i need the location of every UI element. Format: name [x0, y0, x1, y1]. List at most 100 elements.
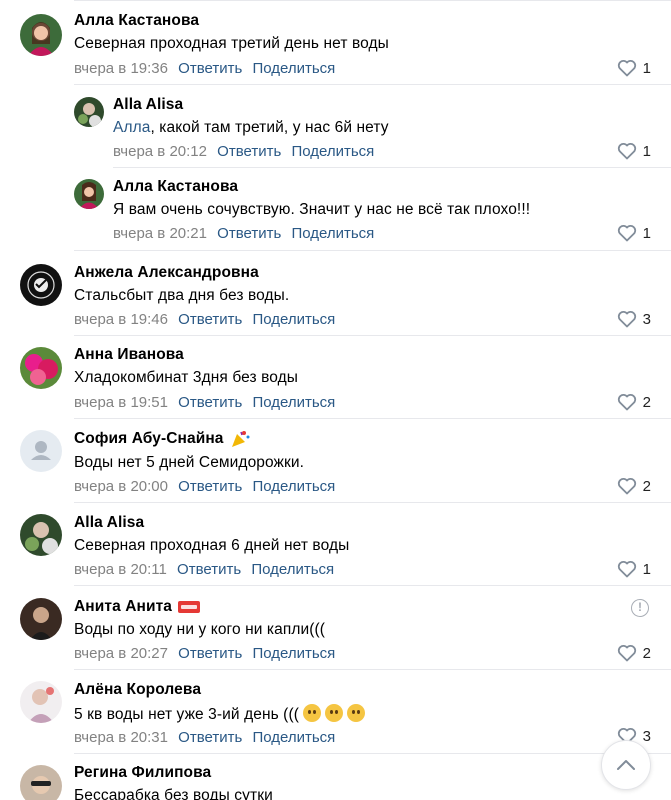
- comment-text: Воды нет 5 дней Семидорожки.: [74, 454, 305, 471]
- comment-author[interactable]: Анита Анита: [74, 598, 200, 616]
- like-count: 1: [642, 142, 651, 160]
- avatar[interactable]: [74, 179, 104, 209]
- like-button[interactable]: 2: [617, 644, 651, 662]
- reply-button[interactable]: Ответить: [217, 225, 281, 242]
- pleading-face-icon: [346, 704, 365, 722]
- heart-icon: [617, 645, 636, 662]
- share-button[interactable]: Поделиться: [251, 561, 334, 578]
- like-button[interactable]: 1: [617, 142, 651, 160]
- divider: [74, 84, 671, 85]
- like-button[interactable]: 2: [617, 393, 651, 411]
- avatar[interactable]: [74, 97, 104, 127]
- comment-time[interactable]: вчера в 20:00: [74, 478, 168, 495]
- like-button[interactable]: 2: [617, 477, 651, 495]
- comment-time[interactable]: вчера в 19:51: [74, 394, 168, 411]
- comment-meta: вчера в 20:00 Ответить Поделиться: [74, 478, 341, 495]
- scroll-to-top-button[interactable]: [601, 740, 651, 790]
- divider: [74, 502, 671, 503]
- reply-button[interactable]: Ответить: [217, 143, 281, 160]
- avatar[interactable]: [20, 681, 62, 723]
- comment-text: Я вам очень сочувствую. Значит у нас не …: [113, 201, 531, 218]
- comment-text: Бессарабка без воды сутки: [74, 787, 273, 800]
- comment-text: Северная проходная 6 дней нет воды: [74, 537, 350, 554]
- comment-text: 5 кв воды нет уже 3-ий день (((: [74, 704, 365, 724]
- reply-button[interactable]: Ответить: [178, 645, 242, 662]
- like-count: 1: [642, 224, 651, 242]
- share-button[interactable]: Поделиться: [291, 225, 374, 242]
- comment-time[interactable]: вчера в 19:36: [74, 60, 168, 77]
- reply-button[interactable]: Ответить: [178, 478, 242, 495]
- divider: [74, 335, 671, 336]
- avatar[interactable]: [20, 14, 62, 56]
- comment-time[interactable]: вчера в 20:27: [74, 645, 168, 662]
- divider: [113, 167, 671, 168]
- reply-button[interactable]: Ответить: [178, 729, 242, 746]
- comment-author[interactable]: Алёна Королева: [74, 681, 201, 699]
- comment-meta: вчера в 19:51 Ответить Поделиться: [74, 394, 341, 411]
- chevron-up-icon: [617, 760, 635, 770]
- share-button[interactable]: Поделиться: [252, 60, 335, 77]
- like-count: 1: [642, 560, 651, 578]
- comment-meta: вчера в 20:27 Ответить Поделиться: [74, 645, 341, 662]
- comment-author[interactable]: Регина Филипова: [74, 764, 211, 782]
- comment-author[interactable]: София Абу-Снайна: [74, 430, 250, 448]
- pleading-face-icon: [302, 704, 321, 722]
- comment-time[interactable]: вчера в 20:31: [74, 729, 168, 746]
- comment-time[interactable]: вчера в 20:12: [113, 143, 207, 160]
- comment-meta: вчера в 20:11 Ответить Поделиться: [74, 561, 340, 578]
- comment-meta: вчера в 19:46 Ответить Поделиться: [74, 311, 341, 328]
- comment-text: Алла, какой там третий, у нас 6й нету: [113, 119, 389, 136]
- heart-icon: [617, 394, 636, 411]
- heart-icon: [617, 561, 636, 578]
- like-button[interactable]: 1: [617, 224, 651, 242]
- divider: [74, 418, 671, 419]
- like-count: 2: [642, 477, 651, 495]
- share-button[interactable]: Поделиться: [252, 729, 335, 746]
- comment-time[interactable]: вчера в 20:11: [74, 561, 167, 578]
- avatar[interactable]: [20, 347, 62, 389]
- like-count: 3: [642, 310, 651, 328]
- like-count: 2: [642, 393, 651, 411]
- avatar[interactable]: [20, 514, 62, 556]
- avatar[interactable]: [20, 264, 62, 306]
- comment-author[interactable]: Alla Alisa: [113, 96, 183, 114]
- heart-icon: [617, 60, 636, 77]
- reply-button[interactable]: Ответить: [178, 394, 242, 411]
- like-button[interactable]: 1: [617, 59, 651, 77]
- like-count: 2: [642, 644, 651, 662]
- report-icon[interactable]: !: [631, 599, 649, 617]
- share-button[interactable]: Поделиться: [252, 478, 335, 495]
- pleading-face-icon: [324, 704, 343, 722]
- comment-author[interactable]: Анна Иванова: [74, 346, 184, 364]
- comment-author[interactable]: Анжела Александровна: [74, 264, 259, 282]
- reply-button[interactable]: Ответить: [178, 60, 242, 77]
- like-count: 3: [642, 727, 651, 745]
- like-count: 1: [642, 59, 651, 77]
- like-button[interactable]: 1: [617, 560, 651, 578]
- share-button[interactable]: Поделиться: [252, 394, 335, 411]
- heart-icon: [617, 143, 636, 160]
- avatar[interactable]: [20, 765, 62, 800]
- comment-text: Стальсбыт два дня без воды.: [74, 287, 290, 304]
- reply-button[interactable]: Ответить: [178, 311, 242, 328]
- comment-author[interactable]: Алла Кастанова: [74, 12, 199, 30]
- divider: [74, 585, 671, 586]
- comment-meta: вчера в 20:31 Ответить Поделиться: [74, 729, 341, 746]
- share-button[interactable]: Поделиться: [291, 143, 374, 160]
- like-button[interactable]: 3: [617, 310, 651, 328]
- divider: [74, 753, 671, 754]
- mention-link[interactable]: Алла: [113, 119, 150, 136]
- share-button[interactable]: Поделиться: [252, 645, 335, 662]
- divider: [74, 250, 671, 251]
- reply-button[interactable]: Ответить: [177, 561, 241, 578]
- sale-badge-icon: [178, 600, 200, 613]
- comment-author[interactable]: Alla Alisa: [74, 514, 144, 532]
- comment-time[interactable]: вчера в 19:46: [74, 311, 168, 328]
- comment-time[interactable]: вчера в 20:21: [113, 225, 207, 242]
- avatar[interactable]: [20, 430, 62, 472]
- comment-author[interactable]: Алла Кастанова: [113, 178, 238, 196]
- heart-icon: [617, 478, 636, 495]
- avatar[interactable]: [20, 598, 62, 640]
- comment-text: Воды по ходу ни у кого ни капли(((: [74, 621, 326, 638]
- share-button[interactable]: Поделиться: [252, 311, 335, 328]
